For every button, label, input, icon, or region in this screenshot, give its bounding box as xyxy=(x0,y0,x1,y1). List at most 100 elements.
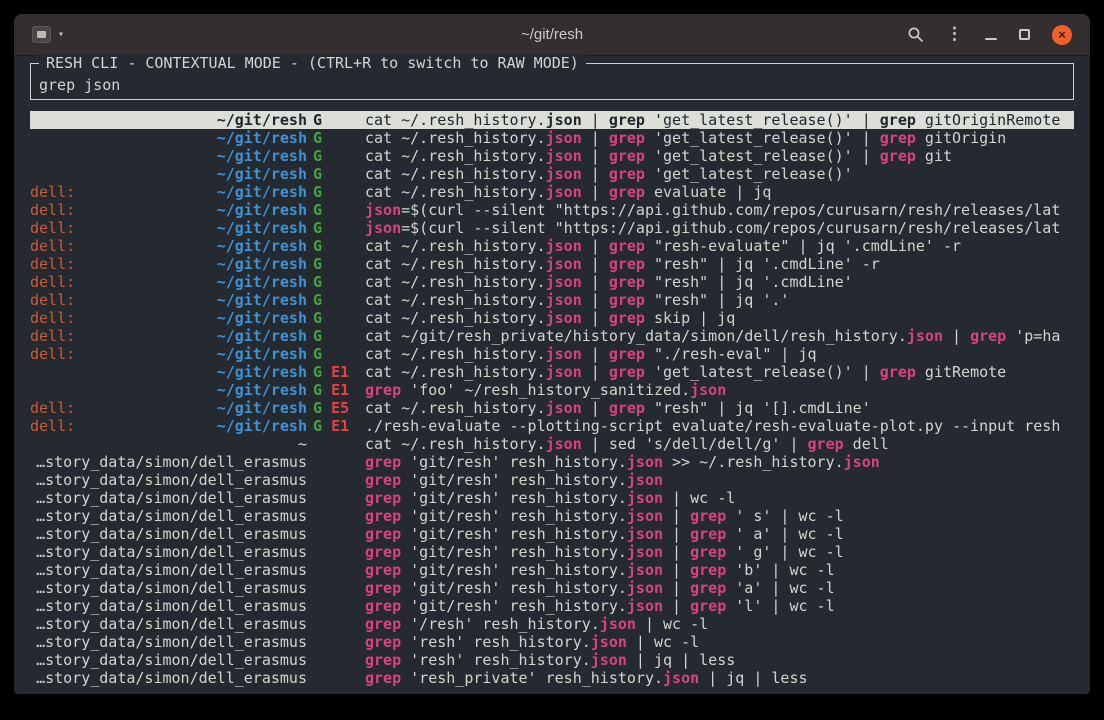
history-row[interactable]: ~/git/reshGcat ~/.resh_history.json | gr… xyxy=(30,147,1074,165)
history-row[interactable]: dell:~/git/reshGjson=$(curl --silent "ht… xyxy=(30,219,1074,237)
command-text: cat ~/.resh_history.json | sed 's/dell/d… xyxy=(365,435,1074,453)
row-flags: G xyxy=(307,255,365,273)
match-highlight: grep xyxy=(609,111,645,129)
search-icon[interactable] xyxy=(907,26,924,43)
history-row[interactable]: …story_data/simon/dell_erasmusgrep 'git/… xyxy=(30,489,1074,507)
minimize-button[interactable] xyxy=(985,38,997,40)
host-and-directory: …story_data/simon/dell_erasmus xyxy=(30,471,307,489)
history-row[interactable]: …story_data/simon/dell_erasmusgrep 'git/… xyxy=(30,597,1074,615)
close-button[interactable]: × xyxy=(1052,25,1072,45)
history-row[interactable]: …story_data/simon/dell_erasmusgrep 'git/… xyxy=(30,525,1074,543)
history-row[interactable]: dell:~/git/reshG E1./resh-evaluate --plo… xyxy=(30,417,1074,435)
command-text: grep 'git/resh' resh_history.json xyxy=(365,471,1074,489)
match-highlight: json xyxy=(907,327,943,345)
restore-button[interactable] xyxy=(1019,29,1030,40)
history-row[interactable]: …story_data/simon/dell_erasmusgrep 'resh… xyxy=(30,651,1074,669)
history-row[interactable]: …story_data/simon/dell_erasmus grep 'git/… xyxy=(30,507,1074,525)
match-highlight: json xyxy=(546,273,582,291)
search-query-input[interactable]: grep json xyxy=(39,76,1065,94)
row-flags xyxy=(307,507,365,525)
history-row[interactable]: dell:~/git/reshGcat ~/.resh_history.json… xyxy=(30,309,1074,327)
directory-label: …story_data/simon/dell_erasmus xyxy=(36,579,307,597)
match-highlight: grep xyxy=(609,345,645,363)
command-text: cat ~/.resh_history.json | grep 'get_lat… xyxy=(365,129,1074,147)
row-flags xyxy=(307,435,365,453)
exit-status-flag: E5 xyxy=(331,399,349,417)
history-row[interactable]: ~/git/reshGcat ~/.resh_history.json | gr… xyxy=(30,165,1074,183)
host-and-directory: …story_data/simon/dell_erasmus xyxy=(30,507,307,525)
history-row[interactable]: dell:~/git/reshGcat ~/.resh_history.json… xyxy=(30,183,1074,201)
match-highlight: json xyxy=(365,201,401,219)
row-flags xyxy=(307,525,365,543)
history-row[interactable]: …story_data/simon/dell_erasmusgrep 'git/… xyxy=(30,579,1074,597)
command-text: grep 'git/resh' resh_history.json | grep… xyxy=(365,507,1074,525)
match-highlight: json xyxy=(546,237,582,255)
row-flags xyxy=(307,669,365,687)
directory-label: ~/git/resh xyxy=(217,327,307,345)
host-and-directory: …story_data/simon/dell_erasmus xyxy=(30,579,307,597)
history-row[interactable]: dell:~/git/reshGcat ~/.resh_history.json… xyxy=(30,237,1074,255)
git-flag: G xyxy=(313,201,322,219)
match-highlight: json xyxy=(546,255,582,273)
row-flags: G E1 xyxy=(307,417,365,435)
history-row[interactable]: ~/git/reshGcat ~/.resh_history.json | gr… xyxy=(30,129,1074,147)
history-row[interactable]: dell:~/git/reshG E5cat ~/.resh_history.j… xyxy=(30,399,1074,417)
match-highlight: grep xyxy=(365,561,401,579)
directory-label: …story_data/simon/dell_erasmus xyxy=(36,633,307,651)
history-row[interactable]: …story_data/simon/dell_erasmusgrep 'resh… xyxy=(30,669,1074,687)
match-highlight: grep xyxy=(880,129,916,147)
terminal-screen: RESH CLI - CONTEXTUAL MODE - (CTRL+R to … xyxy=(14,56,1090,694)
history-row[interactable]: ~cat ~/.resh_history.json | sed 's/dell/… xyxy=(30,435,1074,453)
directory-label: ~/git/resh xyxy=(217,183,307,201)
history-row[interactable]: …story_data/simon/dell_erasmusgrep 'git/… xyxy=(30,543,1074,561)
match-highlight: json xyxy=(546,291,582,309)
history-row[interactable]: dell:~/git/reshGcat ~/.resh_history.json… xyxy=(30,345,1074,363)
host-and-directory: ~/git/resh xyxy=(30,381,307,399)
match-highlight: grep xyxy=(365,525,401,543)
history-row-selected[interactable]: ~/git/reshGcat ~/.resh_history.json | gr… xyxy=(30,111,1074,129)
match-highlight: grep xyxy=(690,507,726,525)
host-and-directory: dell:~/git/resh xyxy=(30,255,307,273)
command-text: ./resh-evaluate --plotting-script evalua… xyxy=(365,417,1074,435)
row-flags xyxy=(307,633,365,651)
command-text: grep 'git/resh' resh_history.json | grep… xyxy=(365,543,1074,561)
row-flags: G xyxy=(307,111,365,129)
directory-label: ~/git/resh xyxy=(217,309,307,327)
history-row[interactable]: ~/git/reshG E1grep 'foo' ~/resh_history_… xyxy=(30,381,1074,399)
match-highlight: grep xyxy=(609,363,645,381)
host-and-directory: …story_data/simon/dell_erasmus xyxy=(30,597,307,615)
history-row[interactable]: …story_data/simon/dell_erasmusgrep 'git/… xyxy=(30,453,1074,471)
directory-label: …story_data/simon/dell_erasmus xyxy=(36,471,307,489)
history-row[interactable]: dell:~/git/reshGcat ~/git/resh_private/h… xyxy=(30,327,1074,345)
match-highlight: grep xyxy=(365,579,401,597)
match-highlight: json xyxy=(600,615,636,633)
match-highlight: grep xyxy=(880,363,916,381)
command-text: grep 'resh' resh_history.json | wc -l xyxy=(365,633,1074,651)
history-row[interactable]: …story_data/simon/dell_erasmus grep 'resh… xyxy=(30,633,1074,651)
kebab-menu-icon[interactable]: ⋮ xyxy=(946,26,963,43)
history-row[interactable]: dell:~/git/reshGcat ~/.resh_history.json… xyxy=(30,273,1074,291)
history-row[interactable]: dell:~/git/reshGcat ~/.resh_history.json… xyxy=(30,291,1074,309)
history-row[interactable]: …story_data/simon/dell_erasmusgrep '/res… xyxy=(30,615,1074,633)
host-label: dell: xyxy=(30,417,75,435)
match-highlight: grep xyxy=(365,489,401,507)
history-row[interactable]: ~/git/reshG E1cat ~/.resh_history.json |… xyxy=(30,363,1074,381)
directory-label: …story_data/simon/dell_erasmus xyxy=(36,561,307,579)
row-flags: G xyxy=(307,201,365,219)
match-highlight: grep xyxy=(365,597,401,615)
match-highlight: json xyxy=(627,453,663,471)
git-flag: G xyxy=(313,147,322,165)
terminal-tab-button[interactable]: ▾ xyxy=(26,23,70,46)
directory-label: ~/git/resh xyxy=(217,237,307,255)
history-row[interactable]: dell:~/git/reshGjson=$(curl --silent "ht… xyxy=(30,201,1074,219)
command-text: grep 'resh_private' resh_history.json | … xyxy=(365,669,1074,687)
match-highlight: grep xyxy=(970,327,1006,345)
history-row[interactable]: …story_data/simon/dell_erasmus grep 'git/… xyxy=(30,471,1074,489)
command-text: grep 'git/resh' resh_history.json >> ~/.… xyxy=(365,453,1074,471)
match-highlight: grep xyxy=(609,183,645,201)
history-row[interactable]: dell:~/git/reshGcat ~/.resh_history.json… xyxy=(30,255,1074,273)
match-highlight: grep xyxy=(365,543,401,561)
directory-label: ~/git/resh xyxy=(217,291,307,309)
git-flag: G xyxy=(313,363,322,381)
history-row[interactable]: …story_data/simon/dell_erasmusgrep 'git/… xyxy=(30,561,1074,579)
